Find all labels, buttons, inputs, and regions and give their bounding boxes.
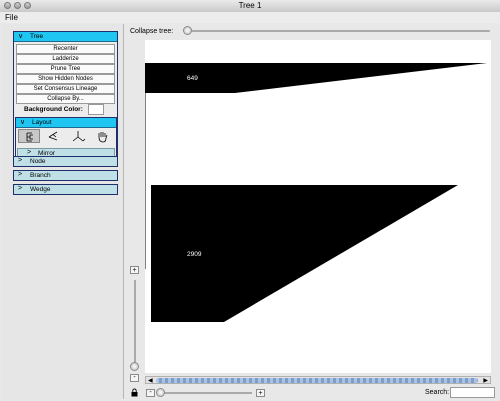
layout-section-label: Layout: [32, 119, 52, 126]
vertical-zoom-in-button[interactable]: +: [130, 266, 139, 274]
branch-section[interactable]: > Branch: [13, 170, 118, 181]
ladderize-button[interactable]: Ladderize: [16, 54, 115, 64]
tree-canvas[interactable]: 649 2909: [145, 40, 491, 373]
chevron-down-icon: ∨: [20, 119, 26, 126]
collapse-by-button[interactable]: Collapse By...: [16, 94, 115, 104]
node-section-label: Node: [30, 158, 46, 165]
node-section[interactable]: > Node: [13, 156, 118, 167]
radial-layout-icon[interactable]: [67, 129, 89, 143]
chevron-right-icon: >: [18, 185, 23, 192]
chevron-right-icon: >: [18, 157, 23, 164]
search-input[interactable]: [450, 387, 495, 398]
tree-section: ∨ Tree Recenter Ladderize Prune Tree Sho…: [13, 31, 118, 160]
horizontal-zoom-in-button[interactable]: +: [256, 389, 265, 397]
prune-tree-button[interactable]: Prune Tree: [16, 64, 115, 74]
layout-icon-row: [17, 129, 114, 143]
layout-section: ∨ Layout > Mirror: [15, 117, 117, 159]
horizontal-zoom-out-button[interactable]: -: [146, 389, 155, 397]
scroll-right-arrow-icon[interactable]: ▶: [483, 377, 488, 384]
search-label: Search:: [425, 389, 450, 396]
show-hidden-nodes-button[interactable]: Show Hidden Nodes: [16, 74, 115, 84]
vertical-zoom-slider[interactable]: [134, 280, 136, 368]
horizontal-zoom-slider-knob[interactable]: [156, 388, 165, 397]
slanted-layout-icon[interactable]: [42, 129, 64, 143]
wedge-label-649: 649: [187, 75, 198, 82]
horizontal-scroll-thumb[interactable]: [156, 378, 478, 383]
menu-bar: File: [0, 12, 500, 23]
control-panel: ∨ Tree Recenter Ladderize Prune Tree Sho…: [2, 24, 124, 399]
horizontal-zoom-slider[interactable]: [160, 392, 252, 394]
tree-section-label: Tree: [30, 33, 44, 40]
layout-section-header[interactable]: ∨ Layout: [16, 118, 116, 128]
wedge-section[interactable]: > Wedge: [13, 184, 118, 195]
vertical-zoom-slider-knob[interactable]: [130, 362, 139, 371]
menu-file[interactable]: File: [5, 13, 18, 22]
set-consensus-lineage-button[interactable]: Set Consensus Lineage: [16, 84, 115, 94]
background-color-label: Background Color:: [24, 106, 83, 113]
collapse-tree-slider-knob[interactable]: [183, 26, 192, 35]
hand-pan-icon[interactable]: [91, 129, 113, 143]
lock-icon[interactable]: [130, 388, 139, 397]
collapse-tree-label: Collapse tree:: [130, 28, 174, 35]
chevron-right-icon: >: [27, 149, 32, 156]
collapse-tree-slider[interactable]: [183, 30, 490, 32]
chevron-down-icon: ∨: [18, 33, 24, 40]
background-color-swatch[interactable]: [88, 104, 104, 115]
chevron-right-icon: >: [18, 171, 23, 178]
tree-section-header[interactable]: ∨ Tree: [14, 32, 117, 42]
vertical-zoom-out-button[interactable]: -: [130, 374, 139, 382]
rectangular-layout-icon[interactable]: [18, 129, 40, 143]
branch-section-label: Branch: [30, 172, 51, 179]
wedge-section-label: Wedge: [30, 186, 51, 193]
wedge-label-2909: 2909: [187, 251, 202, 258]
window-title: Tree 1: [238, 1, 262, 10]
recenter-button[interactable]: Recenter: [16, 44, 115, 54]
scroll-left-arrow-icon[interactable]: ◀: [148, 377, 153, 384]
horizontal-scrollbar[interactable]: ◀ ▶: [145, 376, 491, 384]
